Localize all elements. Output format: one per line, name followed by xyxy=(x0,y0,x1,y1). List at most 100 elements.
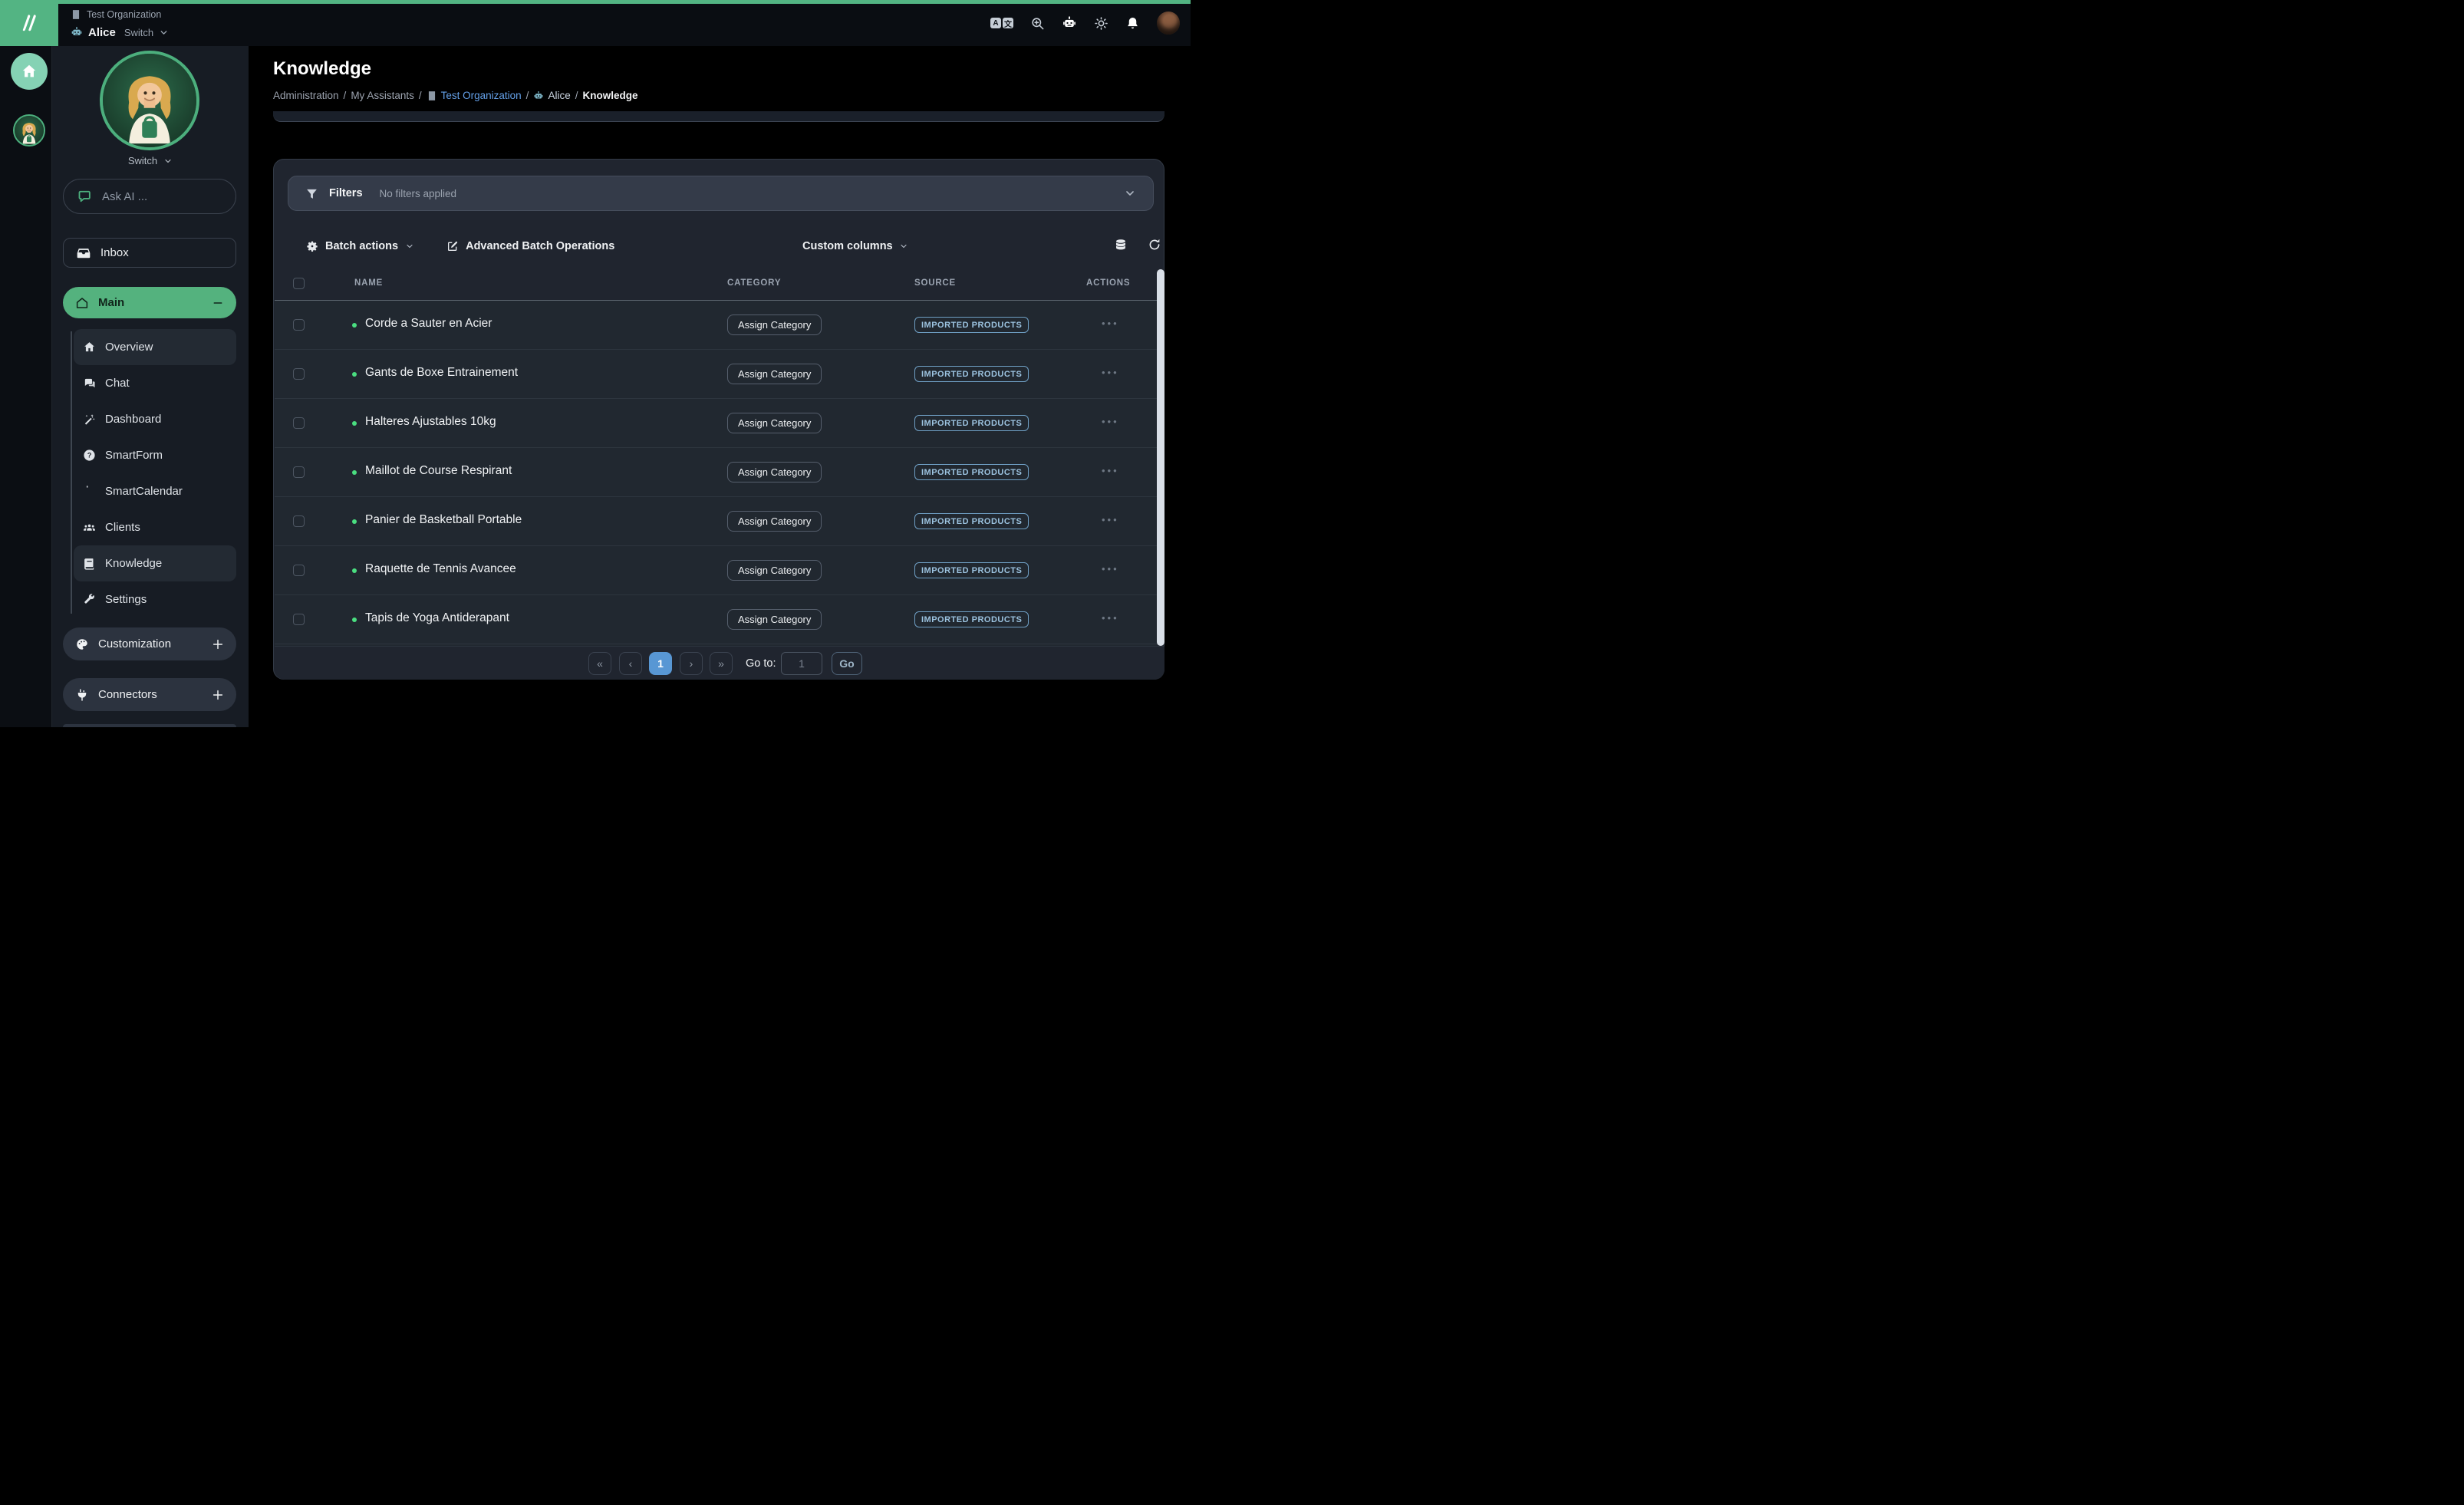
row-actions-button[interactable]: ••• xyxy=(1102,465,1119,476)
translate-icon[interactable]: A文 xyxy=(990,18,1013,28)
chevron-down-icon xyxy=(405,242,414,251)
filters-status: No filters applied xyxy=(380,188,457,199)
row-actions-button[interactable]: ••• xyxy=(1102,318,1119,329)
row-checkbox[interactable] xyxy=(293,466,305,478)
topbar: Test Organization Alice Switch A文 xyxy=(0,0,1191,46)
row-name[interactable]: Gants de Boxe Entrainement xyxy=(365,366,518,380)
row-actions-button[interactable]: ••• xyxy=(1102,612,1119,624)
assign-category-button[interactable]: Assign Category xyxy=(727,413,822,433)
row-name[interactable]: Corde a Sauter en Acier xyxy=(365,317,492,331)
assistant-switch-label[interactable]: Switch xyxy=(124,27,153,38)
assign-category-button[interactable]: Assign Category xyxy=(727,609,822,630)
advanced-batch-operations-button[interactable]: Advanced Batch Operations xyxy=(446,240,614,252)
expand-plus-icon[interactable] xyxy=(212,689,224,701)
row-name[interactable]: Panier de Basketball Portable xyxy=(365,513,522,527)
assistant-robot-icon[interactable] xyxy=(1062,15,1077,31)
rail-home-button[interactable] xyxy=(11,53,48,90)
assistant-avatar-illustration xyxy=(15,116,44,145)
main-content: Knowledge Administration / My Assistants… xyxy=(249,46,1191,727)
batch-actions-button[interactable]: Batch actions xyxy=(306,240,414,252)
page-title: Knowledge xyxy=(273,58,371,80)
assistant-row[interactable]: Alice Switch xyxy=(71,23,169,41)
row-name[interactable]: Tapis de Yoga Antiderapant xyxy=(365,611,509,625)
sidebar-item-smartform[interactable]: SmartForm xyxy=(74,437,236,473)
filters-bar[interactable]: Filters No filters applied xyxy=(288,176,1154,211)
lambda-logo-icon xyxy=(16,10,42,36)
row-name[interactable]: Halteres Ajustables 10kg xyxy=(365,415,496,429)
row-name[interactable]: Raquette de Tennis Avancee xyxy=(365,562,516,576)
assign-category-button[interactable]: Assign Category xyxy=(727,560,822,581)
inbox-label: Inbox xyxy=(100,246,129,259)
source-badge: IMPORTED PRODUCTS xyxy=(914,464,1029,480)
zoom-icon[interactable] xyxy=(1030,16,1045,31)
pagination-prev-button[interactable]: ‹ xyxy=(619,652,642,675)
gear-icon xyxy=(306,240,318,252)
row-checkbox[interactable] xyxy=(293,417,305,429)
app-logo[interactable] xyxy=(0,0,58,46)
assign-category-button[interactable]: Assign Category xyxy=(727,364,822,384)
assign-category-button[interactable]: Assign Category xyxy=(727,315,822,335)
select-all-checkbox[interactable] xyxy=(293,278,305,289)
breadcrumb-my-assistants[interactable]: My Assistants xyxy=(351,90,414,101)
sidebar-item-overview[interactable]: Overview xyxy=(74,329,236,365)
chat-icon xyxy=(83,377,96,390)
sidebar-item-chat[interactable]: Chat xyxy=(74,365,236,401)
status-dot xyxy=(352,519,357,524)
chevron-down-icon[interactable] xyxy=(159,28,169,38)
row-actions-button[interactable]: ••• xyxy=(1102,416,1119,427)
row-checkbox[interactable] xyxy=(293,515,305,527)
notifications-bell-icon[interactable] xyxy=(1125,16,1140,31)
sidebar-item-smartcalendar[interactable]: SmartCalendar xyxy=(74,473,236,509)
row-checkbox[interactable] xyxy=(293,614,305,625)
row-actions-button[interactable]: ••• xyxy=(1102,563,1119,575)
breadcrumb-alice[interactable]: Alice xyxy=(533,90,570,101)
custom-columns-button[interactable]: Custom columns xyxy=(802,240,908,252)
pagination-last-button[interactable]: » xyxy=(710,652,733,675)
pagination-next-button[interactable]: › xyxy=(680,652,703,675)
goto-page-input[interactable] xyxy=(781,652,822,675)
ask-ai-input[interactable]: Ask AI ... xyxy=(63,179,236,214)
assistant-avatar[interactable] xyxy=(100,51,199,150)
column-header-actions: ACTIONS xyxy=(1086,278,1130,288)
sidebar-section-main[interactable]: Main xyxy=(63,287,236,318)
row-name[interactable]: Maillot de Course Respirant xyxy=(365,464,512,478)
sidebar-section-connectors[interactable]: Connectors xyxy=(63,678,236,711)
building-icon xyxy=(71,9,81,20)
sidebar-item-settings[interactable]: Settings xyxy=(74,581,236,617)
breadcrumb-separator: / xyxy=(419,90,422,101)
row-actions-button[interactable]: ••• xyxy=(1102,367,1119,378)
assign-category-button[interactable]: Assign Category xyxy=(727,462,822,482)
sidebar-item-clients[interactable]: Clients xyxy=(74,509,236,545)
edit-square-icon xyxy=(446,240,459,252)
breadcrumb-administration[interactable]: Administration xyxy=(273,90,339,101)
assign-category-button[interactable]: Assign Category xyxy=(727,511,822,532)
inbox-icon xyxy=(76,245,91,261)
go-button[interactable]: Go xyxy=(832,652,862,675)
row-checkbox[interactable] xyxy=(293,565,305,576)
row-checkbox[interactable] xyxy=(293,319,305,331)
sidebar-item-knowledge[interactable]: Knowledge xyxy=(74,545,236,581)
pagination-page-1-button[interactable]: 1 xyxy=(649,652,672,675)
theme-toggle-sun-icon[interactable] xyxy=(1094,16,1108,31)
status-dot xyxy=(352,617,357,622)
refresh-icon[interactable] xyxy=(1148,238,1161,255)
sidebar-item-label: Overview xyxy=(105,341,153,354)
sidebar-item-dashboard[interactable]: Dashboard xyxy=(74,401,236,437)
main-section-label: Main xyxy=(98,296,203,309)
robot-icon xyxy=(533,91,544,101)
rail-assistant-avatar[interactable] xyxy=(13,114,45,147)
assistant-switch[interactable]: Switch xyxy=(52,155,249,166)
table-scrollbar[interactable] xyxy=(1157,269,1164,646)
table-row: Raquette de Tennis Avancee Assign Catego… xyxy=(275,546,1158,595)
user-avatar[interactable] xyxy=(1157,12,1180,35)
sidebar-section-customization[interactable]: Customization xyxy=(63,627,236,660)
row-checkbox[interactable] xyxy=(293,368,305,380)
row-actions-button[interactable]: ••• xyxy=(1102,514,1119,525)
breadcrumb-test-organization[interactable]: Test Organization xyxy=(427,90,522,101)
expand-plus-icon[interactable] xyxy=(212,638,224,650)
collapse-minus-icon[interactable] xyxy=(212,297,224,309)
sidebar-item-inbox[interactable]: Inbox xyxy=(63,238,236,268)
data-density-icon[interactable] xyxy=(1114,238,1128,255)
chevron-down-icon[interactable] xyxy=(1124,187,1136,199)
pagination-first-button[interactable]: « xyxy=(588,652,611,675)
